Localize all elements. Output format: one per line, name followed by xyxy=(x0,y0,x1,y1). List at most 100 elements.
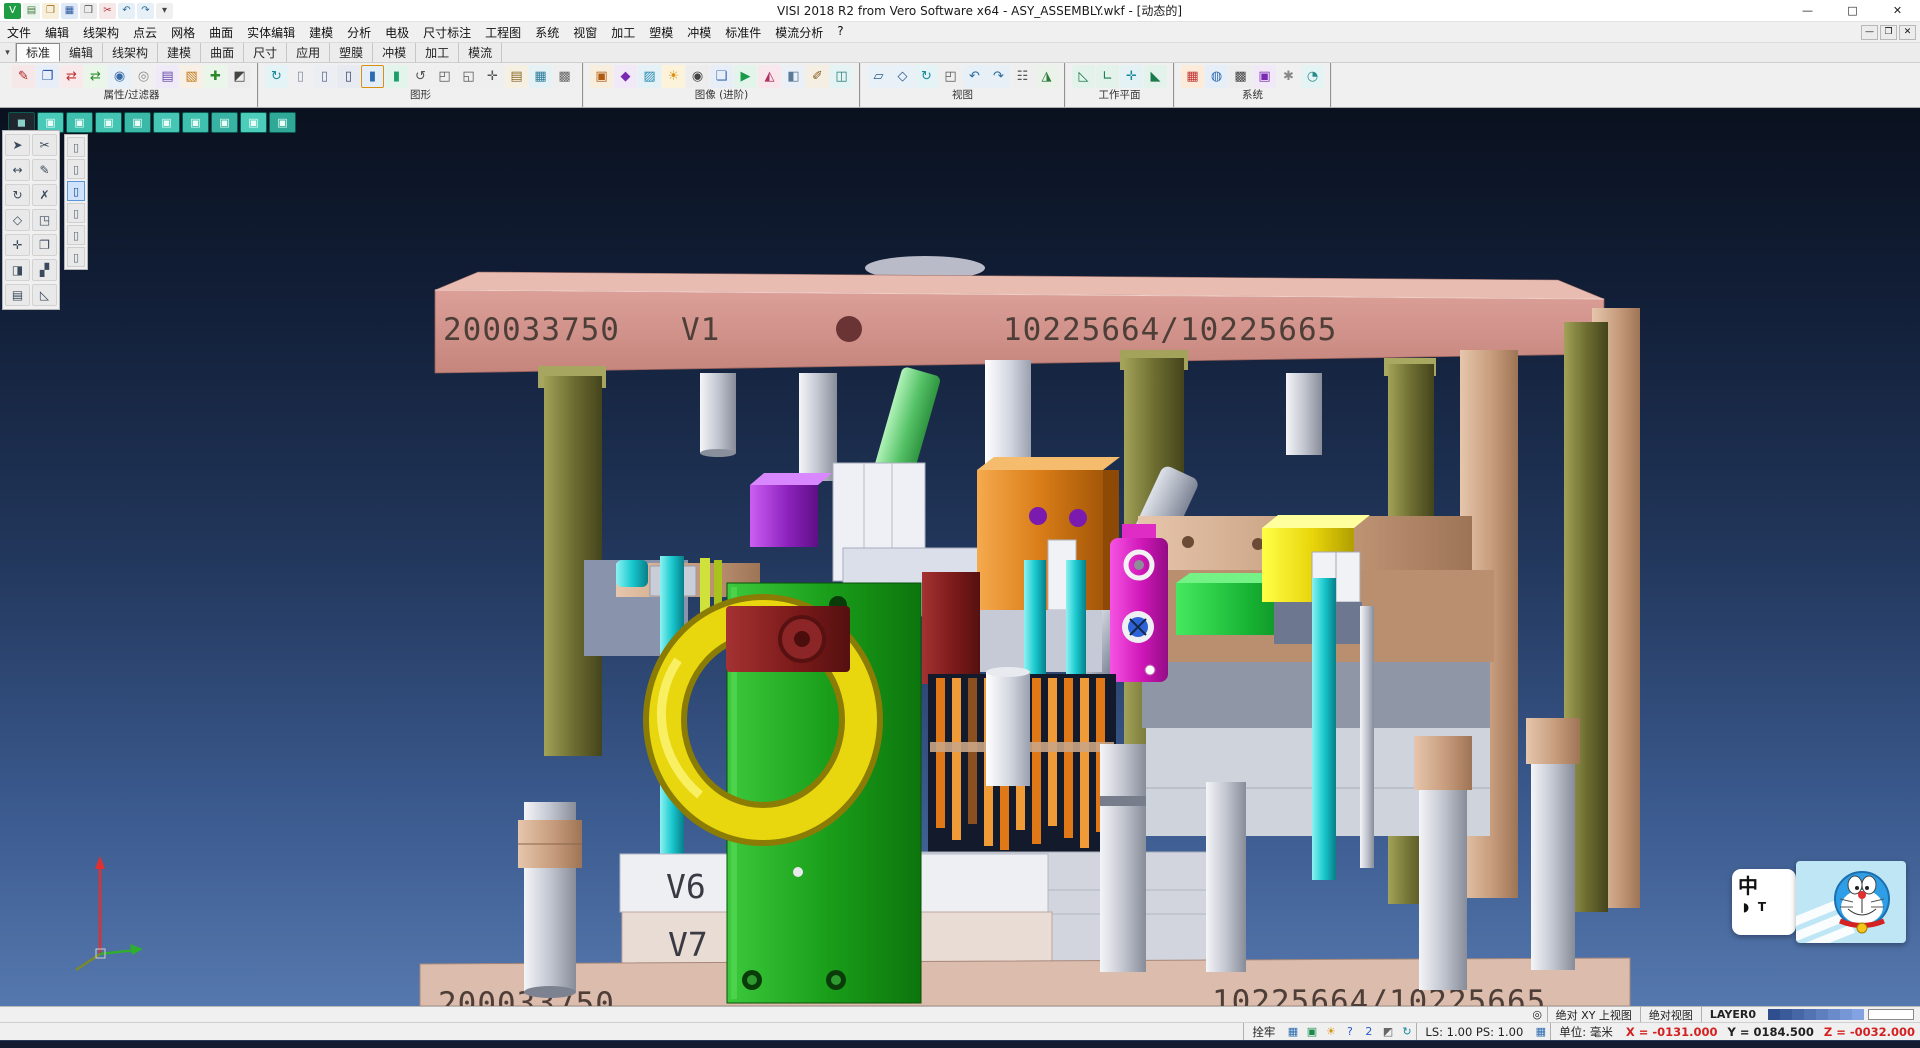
light-source-icon[interactable]: ☀ xyxy=(662,65,685,88)
options-icon[interactable]: ✱ xyxy=(1277,65,1300,88)
menu-wireframe[interactable]: 线架构 xyxy=(76,22,126,43)
minimize-button[interactable]: — xyxy=(1785,0,1830,21)
tab-overflow-dropdown-icon[interactable]: ▾ xyxy=(0,43,16,62)
view-cube-left-icon[interactable]: ▣ xyxy=(124,112,151,133)
color-swatch[interactable] xyxy=(1780,1009,1792,1020)
snap-point-icon[interactable]: ◇ xyxy=(5,209,30,231)
workplane-origin-icon[interactable]: ✛ xyxy=(1120,65,1143,88)
rotate-icon[interactable]: ↻ xyxy=(5,184,30,206)
color-swatch[interactable] xyxy=(1804,1009,1816,1020)
ime-toolbar[interactable]: 中 ◗T xyxy=(1732,869,1796,935)
open-file-icon[interactable]: ❐ xyxy=(42,3,59,19)
active-color-preview[interactable] xyxy=(1868,1009,1914,1020)
angle-measure-icon[interactable]: ◺ xyxy=(32,284,57,306)
ime-moon-icon[interactable]: ◗ xyxy=(1738,899,1754,915)
absolute-view-indicator[interactable]: 绝对视图 xyxy=(1640,1007,1701,1022)
image-capture-icon[interactable]: ▣ xyxy=(1303,1024,1320,1039)
menu-mold[interactable]: 塑模 xyxy=(642,22,680,43)
graphics-database-icon[interactable]: ▦ xyxy=(529,65,552,88)
tab-standard[interactable]: 标准 xyxy=(16,43,60,62)
view-top-icon[interactable]: ▱ xyxy=(867,65,890,88)
step-2-icon[interactable]: 2 xyxy=(1360,1024,1377,1039)
menu-mesh[interactable]: 网格 xyxy=(164,22,202,43)
new-document-icon[interactable]: ▤ xyxy=(23,3,40,19)
cut-scissors-icon[interactable]: ✂ xyxy=(32,134,57,156)
search-icon[interactable]: ◎ xyxy=(1529,1007,1546,1022)
color-swatch[interactable] xyxy=(1792,1009,1804,1020)
save-icon[interactable]: ▦ xyxy=(61,3,78,19)
menu-electrode[interactable]: 电极 xyxy=(378,22,416,43)
close-button[interactable]: ✕ xyxy=(1875,0,1920,21)
layer-manager-icon[interactable]: ▤ xyxy=(505,65,528,88)
filter-swap-green-icon[interactable]: ⇄ xyxy=(84,65,107,88)
menu-analysis[interactable]: 分析 xyxy=(340,22,378,43)
clipboard-slot-5-icon[interactable]: ▯ xyxy=(67,225,85,245)
selection-mask-icon[interactable]: ◩ xyxy=(228,65,251,88)
menu-dimension[interactable]: 尺寸标注 xyxy=(416,22,478,43)
menu-help[interactable]: ? xyxy=(830,22,850,43)
system-help-icon[interactable]: ◔ xyxy=(1301,65,1324,88)
clipboard-slot-3-icon[interactable]: ▯ xyxy=(67,181,85,201)
view-cube-right-icon[interactable]: ▣ xyxy=(153,112,180,133)
attribute-edit-icon[interactable]: ✎ xyxy=(12,65,35,88)
visi-logo-icon[interactable]: V xyxy=(4,3,21,19)
tab-surface[interactable]: 曲面 xyxy=(201,43,244,62)
menu-edit[interactable]: 编辑 xyxy=(38,22,76,43)
select-arrow-icon[interactable]: ➤ xyxy=(5,134,30,156)
previous-view-icon[interactable]: ↶ xyxy=(963,65,986,88)
zoom-extents-icon[interactable]: ◱ xyxy=(457,65,480,88)
zoom-window-icon[interactable]: ◰ xyxy=(433,65,456,88)
mdi-restore-button[interactable]: ❐ xyxy=(1880,25,1897,40)
ime-language-indicator[interactable]: 中 xyxy=(1738,875,1758,897)
material-icon[interactable]: ◆ xyxy=(614,65,637,88)
tab-machining[interactable]: 加工 xyxy=(416,43,459,62)
shaded-view-icon[interactable]: ▮ xyxy=(361,65,384,88)
mirror-icon[interactable]: ◨ xyxy=(5,259,30,281)
view-cube-back-icon[interactable]: ▣ xyxy=(95,112,122,133)
workplane-icon[interactable]: ◳ xyxy=(32,209,57,231)
hidden-line-icon[interactable]: ▯ xyxy=(313,65,336,88)
visibility-icon[interactable]: ◉ xyxy=(108,65,131,88)
texture-icon[interactable]: ▨ xyxy=(638,65,661,88)
view-cube-iso2-icon[interactable]: ▣ xyxy=(240,112,267,133)
snap-lock-label[interactable]: 拴牢 xyxy=(1243,1023,1283,1040)
display-settings-icon[interactable]: ▩ xyxy=(553,65,576,88)
active-layer-indicator[interactable]: LAYER0 xyxy=(1701,1007,1764,1022)
menu-point-cloud[interactable]: 点云 xyxy=(126,22,164,43)
cut-icon[interactable]: ✂ xyxy=(99,3,116,19)
tab-flow[interactable]: 模流 xyxy=(459,43,502,62)
tab-application[interactable]: 应用 xyxy=(287,43,330,62)
render-image-icon[interactable]: ▣ xyxy=(590,65,613,88)
menu-window[interactable]: 视窗 xyxy=(566,22,604,43)
ime-toolbox-icon[interactable]: T xyxy=(1754,899,1770,915)
view-cube-front-icon[interactable]: ▣ xyxy=(66,112,93,133)
mdi-minimize-button[interactable]: — xyxy=(1861,25,1878,40)
color-filter-icon[interactable]: ▧ xyxy=(180,65,203,88)
3d-viewport[interactable]: 200033750 V1 10225664/10225665 xyxy=(0,108,1920,1006)
shading-icon[interactable]: ▯ xyxy=(337,65,360,88)
workplane-align-icon[interactable]: ∟ xyxy=(1096,65,1119,88)
maroon-clamp-block[interactable] xyxy=(726,606,850,672)
latch-lock-unit[interactable] xyxy=(1110,524,1168,682)
globe-icon[interactable]: ◍ xyxy=(1205,65,1228,88)
tab-die[interactable]: 冲模 xyxy=(373,43,416,62)
tab-mold[interactable]: 塑膜 xyxy=(330,43,373,62)
color-palette-icon[interactable]: ▦ xyxy=(1181,65,1204,88)
color-swatch[interactable] xyxy=(1852,1009,1864,1020)
calculator-icon[interactable]: ▩ xyxy=(1229,65,1252,88)
menu-standard-parts[interactable]: 标准件 xyxy=(718,22,768,43)
color-swatch[interactable] xyxy=(1840,1009,1852,1020)
tab-edit[interactable]: 编辑 xyxy=(60,43,103,62)
context-help-icon[interactable]: ? xyxy=(1341,1024,1358,1039)
workplane-xy-icon[interactable]: ◺ xyxy=(1072,65,1095,88)
fit-view-icon[interactable]: ◰ xyxy=(939,65,962,88)
view-cube-top-icon[interactable]: ▣ xyxy=(182,112,209,133)
origin-icon[interactable]: ✛ xyxy=(5,234,30,256)
menu-surface[interactable]: 曲面 xyxy=(202,22,240,43)
grid-toggle-icon[interactable]: ▦ xyxy=(1284,1024,1301,1039)
3d-viewport-scene[interactable]: 200033750 V1 10225664/10225665 xyxy=(0,108,1920,1006)
scale-indicator[interactable]: LS: 1.00 PS: 1.00 xyxy=(1416,1023,1531,1040)
pan-hand-icon[interactable]: ↔ xyxy=(5,159,30,181)
transparency-icon[interactable]: ◧ xyxy=(782,65,805,88)
add-attribute-icon[interactable]: ✚ xyxy=(204,65,227,88)
